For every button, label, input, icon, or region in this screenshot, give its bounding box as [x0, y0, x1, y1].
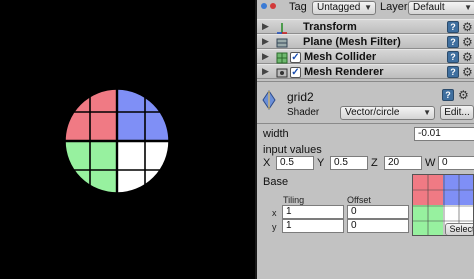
- w-label: W: [425, 157, 436, 169]
- offset-x-field[interactable]: 0: [347, 205, 409, 219]
- help-icon[interactable]: ?: [447, 51, 459, 63]
- shader-value: Vector/circle: [345, 107, 400, 118]
- chevron-down-icon: ▼: [364, 3, 372, 12]
- foldout-arrow-icon[interactable]: ▶: [262, 36, 269, 47]
- help-icon[interactable]: ?: [447, 36, 459, 48]
- layer-dropdown[interactable]: Default ▼: [408, 1, 474, 15]
- divider: [257, 123, 474, 124]
- mesh-renderer-icon: [276, 67, 288, 78]
- width-field[interactable]: -0.01: [414, 127, 474, 141]
- component-title: Mesh Collider: [304, 51, 377, 63]
- tiling-label: Tiling: [283, 195, 305, 205]
- z-field[interactable]: 20: [384, 156, 422, 170]
- gear-icon[interactable]: ⚙: [462, 65, 473, 79]
- foldout-arrow-icon[interactable]: ▶: [262, 21, 269, 32]
- layer-value: Default: [413, 2, 445, 13]
- shader-dropdown[interactable]: Vector/circle ▼: [340, 106, 435, 120]
- help-icon[interactable]: ?: [447, 21, 459, 33]
- material-name: grid2: [287, 90, 314, 104]
- divider: [257, 81, 474, 82]
- gear-icon[interactable]: ⚙: [458, 88, 469, 102]
- mesh-filter-component-header[interactable]: ▶ Plane (Mesh Filter) ? ⚙: [257, 34, 474, 49]
- tile-x-label: x: [272, 208, 277, 218]
- mesh-filter-icon: [276, 37, 288, 48]
- inspector-panel: Tag Untagged ▼ Layer Default ▼ ▶ Transfo…: [255, 0, 474, 279]
- mesh-collider-component-header[interactable]: ▶ ✓ Mesh Collider ? ⚙: [257, 49, 474, 64]
- mesh-collider-icon: [276, 52, 288, 64]
- edit-shader-button[interactable]: Edit...: [440, 105, 474, 120]
- transform-icon: [276, 22, 287, 34]
- gear-icon[interactable]: ⚙: [462, 35, 473, 49]
- transform-component-header[interactable]: ▶ Transform ? ⚙: [257, 19, 474, 34]
- circle-grid-preview: [64, 88, 170, 194]
- layer-label: Layer: [380, 1, 408, 13]
- component-title: Plane (Mesh Filter): [303, 36, 401, 48]
- input-values-label: input values: [263, 144, 322, 156]
- component-title: Transform: [303, 21, 357, 33]
- tiling-y-field[interactable]: 1: [282, 219, 344, 233]
- mesh-renderer-enabled-checkbox[interactable]: ✓: [290, 67, 301, 78]
- gear-icon[interactable]: ⚙: [462, 50, 473, 64]
- tag-label: Tag: [289, 1, 307, 13]
- chevron-down-icon: ▼: [423, 108, 431, 117]
- foldout-arrow-icon[interactable]: ▶: [262, 66, 269, 77]
- base-label: Base: [263, 176, 289, 188]
- foldout-arrow-icon[interactable]: ▶: [262, 51, 269, 62]
- chevron-down-icon: ▼: [464, 3, 472, 12]
- y-label: Y: [317, 157, 325, 169]
- w-field[interactable]: 0: [438, 156, 474, 170]
- scene-view[interactable]: [0, 0, 255, 279]
- mesh-renderer-component-header[interactable]: ▶ ✓ Mesh Renderer ? ⚙: [257, 64, 474, 79]
- offset-label: Offset: [347, 195, 371, 205]
- gear-icon[interactable]: ⚙: [462, 20, 473, 34]
- material-icon: [261, 90, 277, 110]
- select-texture-button[interactable]: Select: [445, 223, 473, 235]
- help-icon[interactable]: ?: [447, 66, 459, 78]
- tag-dropdown[interactable]: Untagged ▼: [312, 1, 376, 15]
- component-title: Mesh Renderer: [304, 66, 384, 78]
- tiling-x-field[interactable]: 1: [282, 205, 344, 219]
- y-field[interactable]: 0.5: [330, 156, 368, 170]
- width-label: width: [263, 128, 289, 140]
- help-icon[interactable]: ?: [442, 89, 454, 101]
- z-label: Z: [371, 157, 378, 169]
- base-texture-slot[interactable]: Select: [412, 174, 474, 236]
- tag-value: Untagged: [317, 2, 361, 13]
- mesh-collider-enabled-checkbox[interactable]: ✓: [290, 52, 301, 63]
- shader-label: Shader: [287, 107, 320, 118]
- x-field[interactable]: 0.5: [276, 156, 314, 170]
- gameobject-icon: [259, 0, 281, 9]
- x-label: X: [263, 157, 271, 169]
- tile-y-label: y: [272, 222, 277, 232]
- offset-y-field[interactable]: 0: [347, 219, 409, 233]
